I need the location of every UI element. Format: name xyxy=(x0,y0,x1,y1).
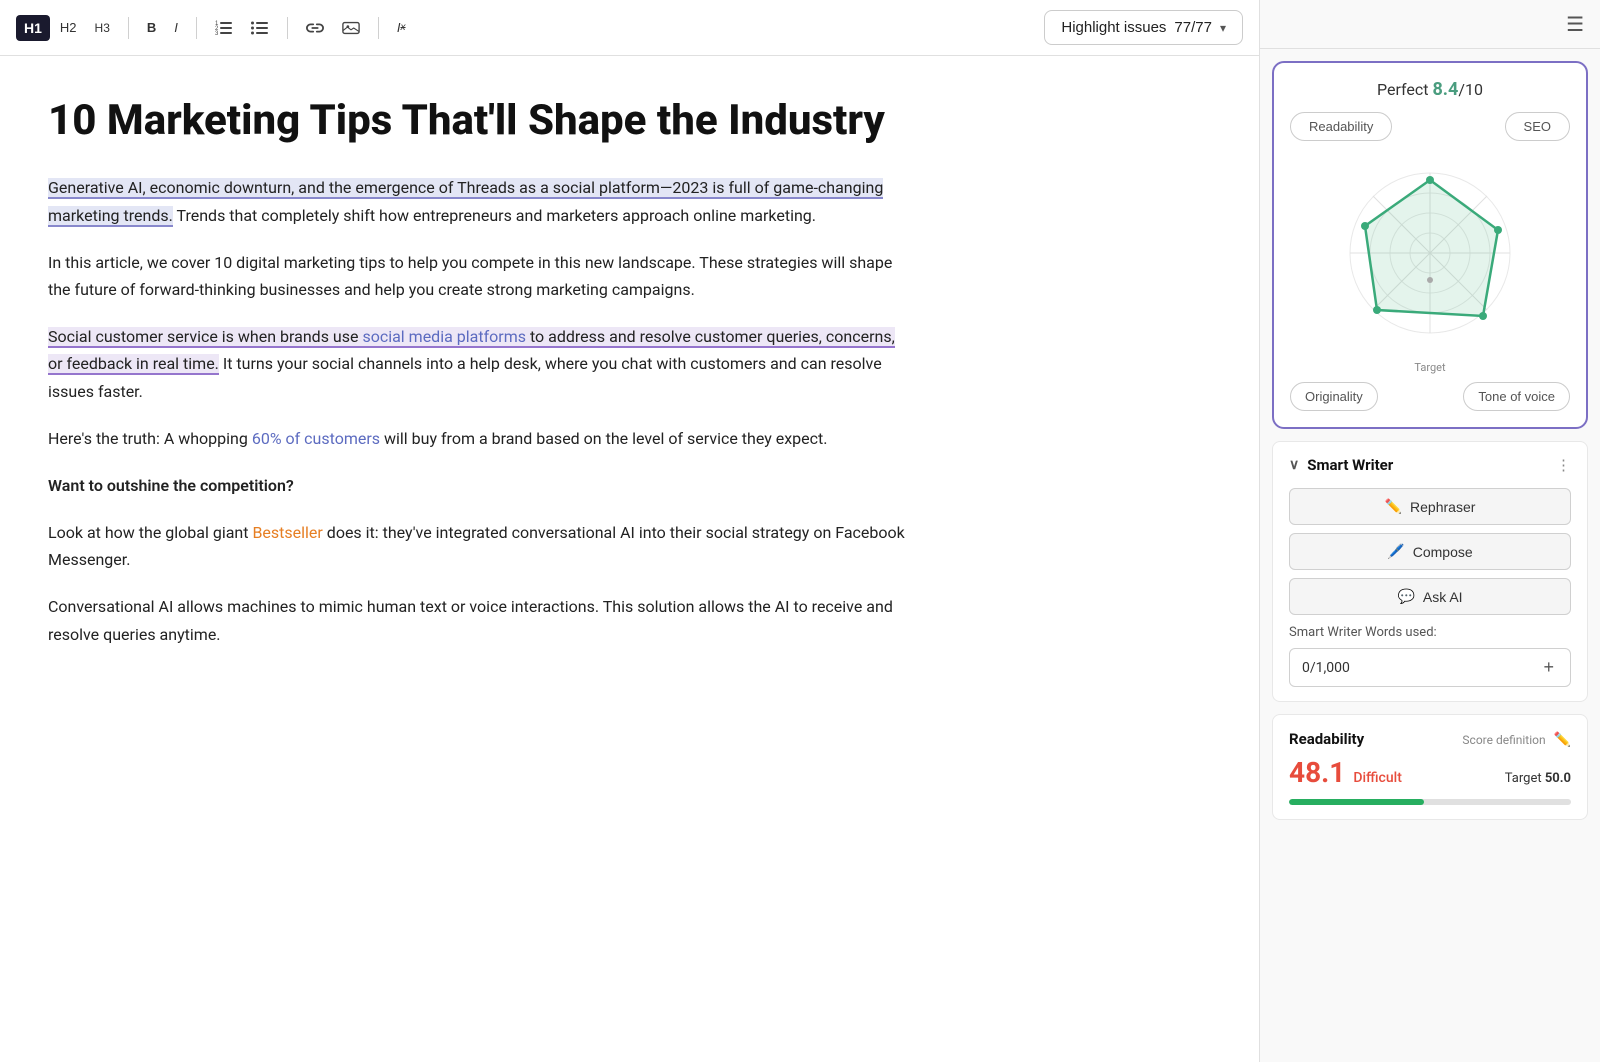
bold-button[interactable]: B xyxy=(139,15,164,40)
clear-format-button[interactable]: Ix xyxy=(389,15,414,40)
paragraph-5: Look at how the global giant Bestseller … xyxy=(48,519,912,573)
link-button[interactable] xyxy=(298,15,332,41)
words-counter: 0/1,000 + xyxy=(1289,648,1571,687)
toolbar-divider-2 xyxy=(196,17,197,39)
radar-chart-container xyxy=(1290,153,1570,353)
readability-progress-bar xyxy=(1289,799,1571,805)
paragraph-2: In this article, we cover 10 digital mar… xyxy=(48,249,912,303)
ask-ai-icon: 💬 xyxy=(1397,588,1414,605)
readability-edit-icon[interactable]: ✏️ xyxy=(1554,732,1571,748)
editor-area: H1 H2 H3 B I 123 Ix xyxy=(0,0,1260,1062)
highlight-issues-label: Highlight issues xyxy=(1061,19,1166,36)
readability-target: Target 50.0 xyxy=(1505,771,1571,786)
rephraser-icon: ✏️ xyxy=(1385,498,1402,515)
score-tabs: Readability SEO xyxy=(1290,112,1570,141)
toolbar-divider-3 xyxy=(287,17,288,39)
editor-content[interactable]: 10 Marketing Tips That'll Shape the Indu… xyxy=(0,56,960,1062)
paragraph-3: Social customer service is when brands u… xyxy=(48,323,912,405)
readability-progress-fill xyxy=(1289,799,1424,805)
paragraph-6: Conversational AI allows machines to mim… xyxy=(48,593,912,647)
ask-ai-label: Ask AI xyxy=(1423,589,1463,605)
readability-score-num: 48.1 xyxy=(1289,756,1345,789)
compose-button[interactable]: 🖊️ Compose xyxy=(1289,533,1571,570)
social-media-platforms-link[interactable]: social media platforms xyxy=(362,327,526,346)
smart-writer-header: ∨ Smart Writer ⋮ xyxy=(1289,456,1571,474)
readability-panel: Readability Score definition ✏️ 48.1 Dif… xyxy=(1272,714,1588,820)
readability-header-right: Score definition ✏️ xyxy=(1462,729,1571,748)
highlight-issues-count: 77/77 xyxy=(1174,19,1212,36)
score-title: Perfect 8.4/10 xyxy=(1290,79,1570,100)
bestseller-link[interactable]: Bestseller xyxy=(252,523,322,542)
text-format-buttons: B I xyxy=(139,15,186,40)
target-label: Target xyxy=(1290,361,1570,374)
score-panel: Perfect 8.4/10 Readability SEO xyxy=(1272,61,1588,429)
smart-writer-collapse-icon[interactable]: ∨ xyxy=(1289,457,1299,473)
smart-writer-title: ∨ Smart Writer xyxy=(1289,456,1393,474)
score-perfect-label: Perfect xyxy=(1377,80,1432,99)
smart-writer-info-icon[interactable]: ⋮ xyxy=(1556,456,1571,474)
rephraser-button[interactable]: ✏️ Rephraser xyxy=(1289,488,1571,525)
compose-label: Compose xyxy=(1413,544,1473,560)
readability-score-label: Difficult xyxy=(1353,770,1402,786)
readability-score-row: 48.1 Difficult Target 50.0 xyxy=(1289,756,1571,789)
toolbar-divider-4 xyxy=(378,17,379,39)
list-buttons: 123 xyxy=(207,15,277,41)
smart-writer-title-text: Smart Writer xyxy=(1307,456,1393,474)
words-add-button[interactable]: + xyxy=(1539,657,1558,678)
sidebar-header: ☰ xyxy=(1260,0,1600,49)
h2-button[interactable]: H2 xyxy=(52,15,85,40)
heading-buttons: H1 H2 H3 xyxy=(16,15,118,41)
paragraph-1: Generative AI, economic downturn, and th… xyxy=(48,174,912,228)
originality-tab[interactable]: Originality xyxy=(1290,382,1378,411)
score-definition-link[interactable]: Score definition xyxy=(1462,733,1545,747)
insert-buttons xyxy=(298,15,368,41)
compose-icon: 🖊️ xyxy=(1387,543,1404,560)
seo-tab[interactable]: SEO xyxy=(1505,112,1570,141)
ask-ai-button[interactable]: 💬 Ask AI xyxy=(1289,578,1571,615)
ordered-list-button[interactable]: 123 xyxy=(207,15,241,41)
h3-button[interactable]: H3 xyxy=(87,16,118,40)
h1-button[interactable]: H1 xyxy=(16,15,50,41)
tone-of-voice-tab[interactable]: Tone of voice xyxy=(1463,382,1570,411)
words-count-display: 0/1,000 xyxy=(1302,660,1350,676)
score-bottom-tabs: Originality Tone of voice xyxy=(1290,382,1570,411)
sidebar: ☰ Perfect 8.4/10 Readability SEO xyxy=(1260,0,1600,1062)
italic-button[interactable]: I xyxy=(166,15,186,40)
svg-text:3: 3 xyxy=(215,31,219,36)
toolbar: H1 H2 H3 B I 123 Ix xyxy=(0,0,1259,56)
paragraph-4: Here's the truth: A whopping 60% of cust… xyxy=(48,425,912,452)
menu-icon[interactable]: ☰ xyxy=(1566,12,1584,36)
highlight-issues-chevron: ▾ xyxy=(1220,21,1226,35)
60-percent-link[interactable]: 60% of customers xyxy=(252,429,380,448)
rephraser-label: Rephraser xyxy=(1410,499,1475,515)
image-button[interactable] xyxy=(334,15,368,41)
radar-chart xyxy=(1335,158,1525,348)
readability-title: Readability xyxy=(1289,730,1364,748)
toolbar-divider-1 xyxy=(128,17,129,39)
highlight-issues-button[interactable]: Highlight issues 77/77 ▾ xyxy=(1044,10,1243,45)
readability-header: Readability Score definition ✏️ xyxy=(1289,729,1571,748)
smart-writer-panel: ∨ Smart Writer ⋮ ✏️ Rephraser 🖊️ Compose… xyxy=(1272,441,1588,702)
words-used-label: Smart Writer Words used: xyxy=(1289,625,1571,640)
readability-tab[interactable]: Readability xyxy=(1290,112,1392,141)
article-title: 10 Marketing Tips That'll Shape the Indu… xyxy=(48,96,912,146)
subheading-1: Want to outshine the competition? xyxy=(48,472,912,499)
unordered-list-button[interactable] xyxy=(243,15,277,41)
